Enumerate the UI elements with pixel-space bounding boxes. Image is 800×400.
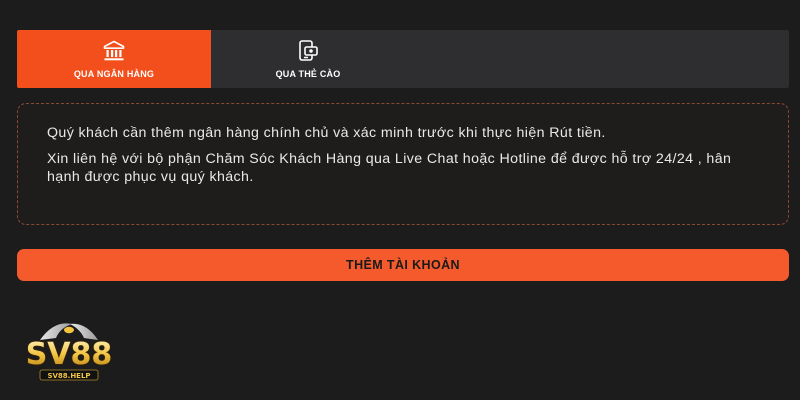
scratch-card-icon	[299, 40, 318, 61]
tab-bank-label: QUA NGÂN HÀNG	[73, 69, 155, 79]
notice-contact-text: Xin liên hệ với bộ phận Chăm Sóc Khách H…	[47, 150, 732, 186]
sv88-logo: SV88 SV88.HELP	[25, 323, 113, 381]
withdraw-page: QUA NGÂN HÀNG QUA THẺ CÀO Quý khách cần …	[0, 0, 800, 400]
notice-verify-text: Quý khách cần thêm ngân hàng chính chủ v…	[47, 125, 606, 141]
add-account-button-label: THÊM TÀI KHOẢN	[346, 258, 460, 272]
tab-scratch-card-label: QUA THẺ CÀO	[275, 69, 341, 79]
notice-box: Quý khách cần thêm ngân hàng chính chủ v…	[17, 103, 789, 225]
svg-text:SV88: SV88	[26, 337, 113, 372]
bank-icon	[103, 40, 125, 61]
withdraw-method-tabs: QUA NGÂN HÀNG QUA THẺ CÀO	[17, 30, 789, 88]
tab-scratch-card[interactable]: QUA THẺ CÀO	[211, 30, 405, 88]
svg-text:SV88.HELP: SV88.HELP	[47, 372, 90, 380]
tab-bank[interactable]: QUA NGÂN HÀNG	[17, 30, 211, 88]
add-account-button[interactable]: THÊM TÀI KHOẢN	[17, 249, 789, 281]
